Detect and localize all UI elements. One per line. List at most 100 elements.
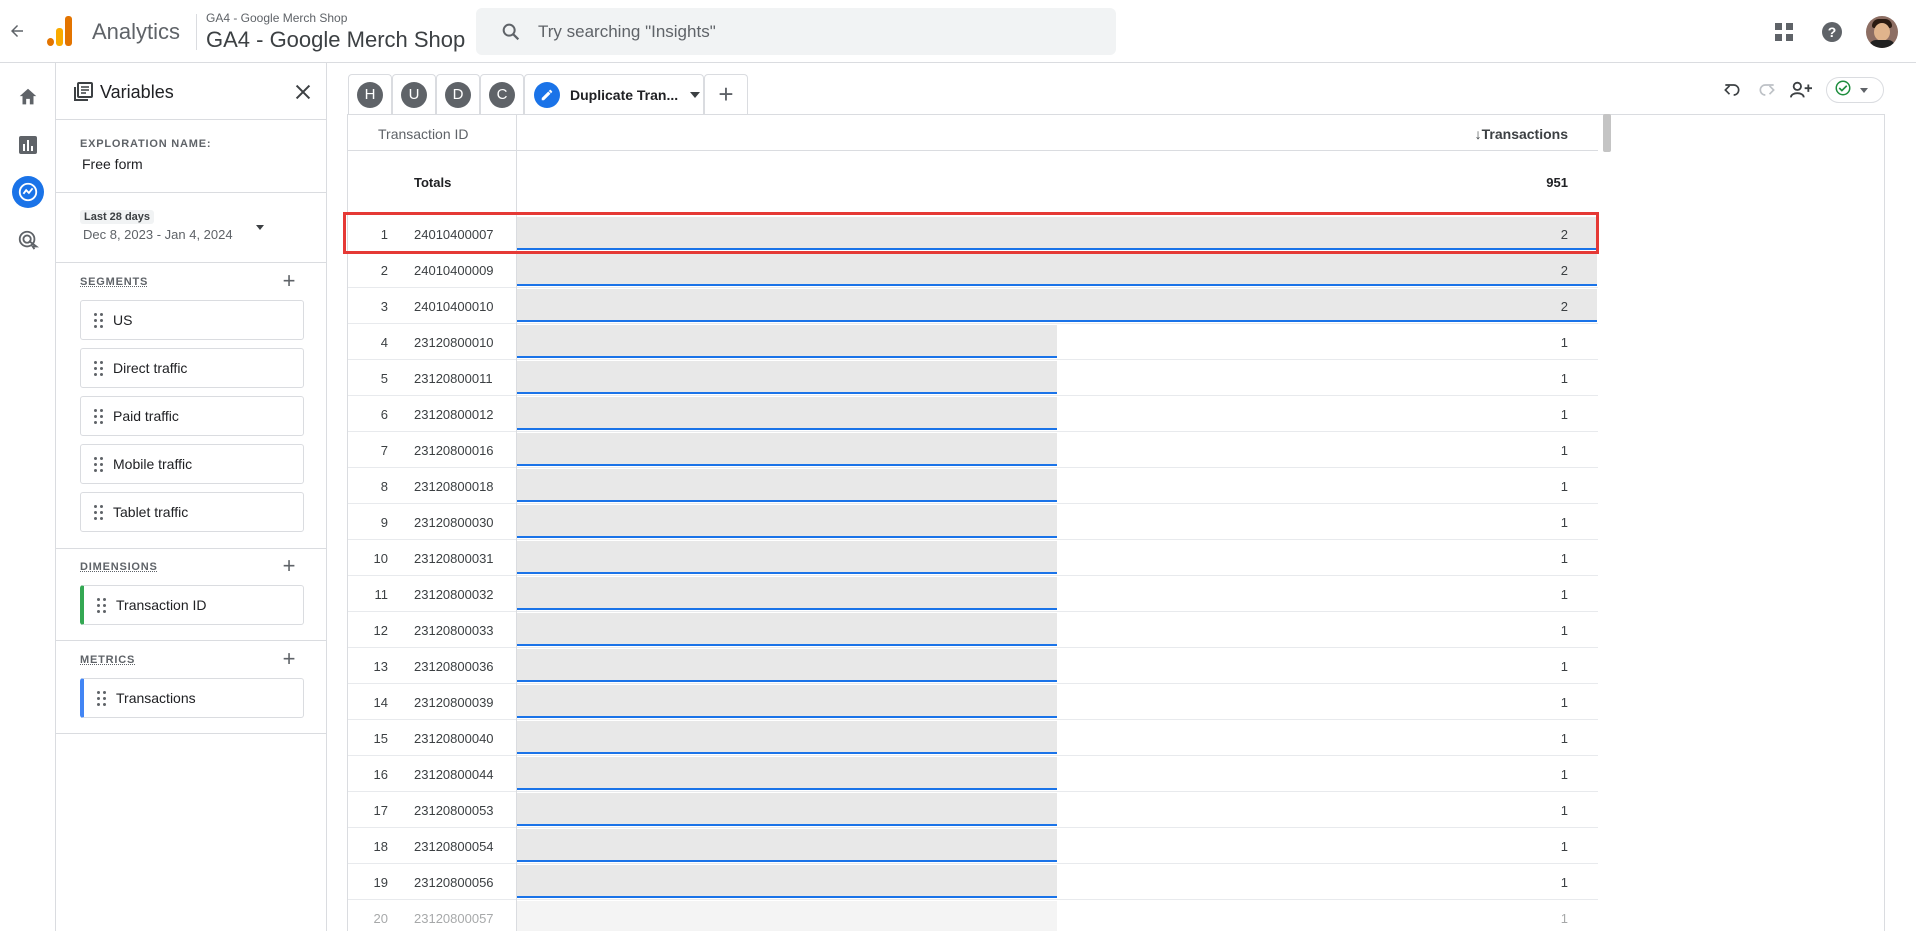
transaction-id-cell: 23120800018 xyxy=(414,479,494,494)
transaction-id-cell: 23120800011 xyxy=(414,371,493,386)
value-bar xyxy=(517,397,1057,430)
redo-icon[interactable] xyxy=(1755,78,1779,102)
transactions-cell: 1 xyxy=(1560,371,1568,386)
svg-text:?: ? xyxy=(1828,24,1837,40)
table-row[interactable]: 17 23120800053 1 xyxy=(348,792,1598,828)
value-bar xyxy=(517,721,1057,754)
table-row[interactable]: 13 23120800036 1 xyxy=(348,648,1598,684)
segment-chip[interactable]: US xyxy=(80,300,304,340)
transactions-cell: 2 xyxy=(1560,263,1568,278)
table-row[interactable]: 8 23120800018 1 xyxy=(348,468,1598,504)
transactions-cell: 1 xyxy=(1560,695,1568,710)
apps-grid-icon[interactable] xyxy=(1772,20,1796,44)
advertising-icon[interactable] xyxy=(12,224,44,256)
help-icon[interactable]: ? xyxy=(1820,20,1844,44)
transaction-id-cell: 23120800053 xyxy=(414,803,494,818)
add-segment-button[interactable]: + xyxy=(279,270,299,292)
account-path[interactable]: GA4 - Google Merch Shop xyxy=(206,11,347,25)
segment-chip[interactable]: Paid traffic xyxy=(80,396,304,436)
status-dropdown[interactable] xyxy=(1826,77,1884,103)
transaction-id-cell: 23120800054 xyxy=(414,839,494,854)
value-bar xyxy=(517,253,1597,286)
table-row[interactable]: 7 23120800016 1 xyxy=(348,432,1598,468)
value-bar xyxy=(517,685,1057,718)
table-row[interactable]: 1 24010400007 2 xyxy=(348,216,1598,252)
dimensions-label: DIMENSIONS xyxy=(80,561,158,573)
table-row[interactable]: 16 23120800044 1 xyxy=(348,756,1598,792)
value-bar xyxy=(517,541,1057,574)
table-row[interactable]: 19 23120800056 1 xyxy=(348,864,1598,900)
row-index: 15 xyxy=(373,731,388,746)
value-bar xyxy=(517,469,1057,502)
tab-dropdown-icon[interactable] xyxy=(690,91,701,98)
value-bar xyxy=(517,505,1057,538)
transactions-cell: 1 xyxy=(1560,911,1568,926)
row-index: 18 xyxy=(373,839,388,854)
row-index: 8 xyxy=(380,479,388,494)
segment-chip[interactable]: Tablet traffic xyxy=(80,492,304,532)
dimension-chip[interactable]: Transaction ID xyxy=(80,585,304,625)
date-range[interactable]: Dec 8, 2023 - Jan 4, 2024 xyxy=(83,227,233,242)
column-header-transactions[interactable]: ↓Transactions xyxy=(1475,126,1568,142)
table-row[interactable]: 12 23120800033 1 xyxy=(348,612,1598,648)
transactions-cell: 1 xyxy=(1560,875,1568,890)
segment-chip[interactable]: Mobile traffic xyxy=(80,444,304,484)
table-row[interactable]: 11 23120800032 1 xyxy=(348,576,1598,612)
pencil-icon xyxy=(534,81,560,108)
table-row[interactable]: 3 24010400010 2 xyxy=(348,288,1598,324)
back-arrow-icon[interactable] xyxy=(6,20,28,42)
transaction-id-cell: 23120800057 xyxy=(414,911,494,926)
row-index: 17 xyxy=(373,803,388,818)
undo-icon[interactable] xyxy=(1720,78,1744,102)
value-bar xyxy=(517,829,1057,862)
table-row[interactable]: 15 23120800040 1 xyxy=(348,720,1598,756)
transaction-id-cell: 23120800031 xyxy=(414,551,494,566)
avatar[interactable] xyxy=(1866,16,1898,48)
close-icon[interactable] xyxy=(292,81,314,103)
chevron-down-icon xyxy=(1860,87,1868,93)
table-row[interactable]: 18 23120800054 1 xyxy=(348,828,1598,864)
vertical-scrollbar[interactable] xyxy=(1603,114,1611,152)
share-icon[interactable] xyxy=(1789,78,1813,102)
property-name[interactable]: GA4 - Google Merch Shop xyxy=(206,27,465,53)
tab-duplicate-transactions[interactable]: Duplicate Tran... xyxy=(524,74,704,114)
table-row[interactable]: 6 23120800012 1 xyxy=(348,396,1598,432)
tab-u[interactable]: U xyxy=(392,74,436,114)
transactions-cell: 2 xyxy=(1560,299,1568,314)
date-dropdown-icon[interactable] xyxy=(256,225,264,230)
tab-d[interactable]: D xyxy=(436,74,480,114)
segment-chip[interactable]: Direct traffic xyxy=(80,348,304,388)
table-row[interactable]: 10 23120800031 1 xyxy=(348,540,1598,576)
transactions-cell: 1 xyxy=(1560,731,1568,746)
table-row[interactable]: 9 23120800030 1 xyxy=(348,504,1598,540)
analytics-logo-icon[interactable] xyxy=(47,16,73,46)
value-bar xyxy=(517,289,1597,322)
tab-c[interactable]: C xyxy=(480,74,524,114)
exploration-name[interactable]: Free form xyxy=(82,156,143,172)
table-row[interactable]: 2 24010400009 2 xyxy=(348,252,1598,288)
table-row[interactable]: 5 23120800011 1 xyxy=(348,360,1598,396)
variables-icon xyxy=(73,82,93,102)
date-badge[interactable]: Last 28 days xyxy=(80,210,155,224)
transactions-cell: 1 xyxy=(1560,551,1568,566)
add-metric-button[interactable]: + xyxy=(279,648,299,670)
table-row[interactable]: 4 23120800010 1 xyxy=(348,324,1598,360)
add-dimension-button[interactable]: + xyxy=(279,555,299,577)
transaction-id-cell: 23120800033 xyxy=(414,623,494,638)
transactions-cell: 1 xyxy=(1560,803,1568,818)
table-row[interactable]: 14 23120800039 1 xyxy=(348,684,1598,720)
variables-header: Variables xyxy=(56,63,327,120)
transactions-cell: 1 xyxy=(1560,443,1568,458)
row-index: 5 xyxy=(380,371,388,386)
reports-icon[interactable] xyxy=(12,129,44,161)
add-tab-button[interactable]: + xyxy=(704,74,748,114)
home-icon[interactable] xyxy=(12,81,44,113)
row-index: 4 xyxy=(380,335,388,350)
metric-chip[interactable]: Transactions xyxy=(80,678,304,718)
search-bar[interactable]: Try searching "Insights" xyxy=(476,8,1116,55)
tab-h[interactable]: H xyxy=(348,74,392,114)
column-header-transaction-id[interactable]: Transaction ID xyxy=(378,126,469,142)
explore-icon[interactable] xyxy=(12,176,44,208)
table-row[interactable]: 20 23120800057 1 xyxy=(348,900,1598,931)
check-circle-icon xyxy=(1834,79,1852,102)
